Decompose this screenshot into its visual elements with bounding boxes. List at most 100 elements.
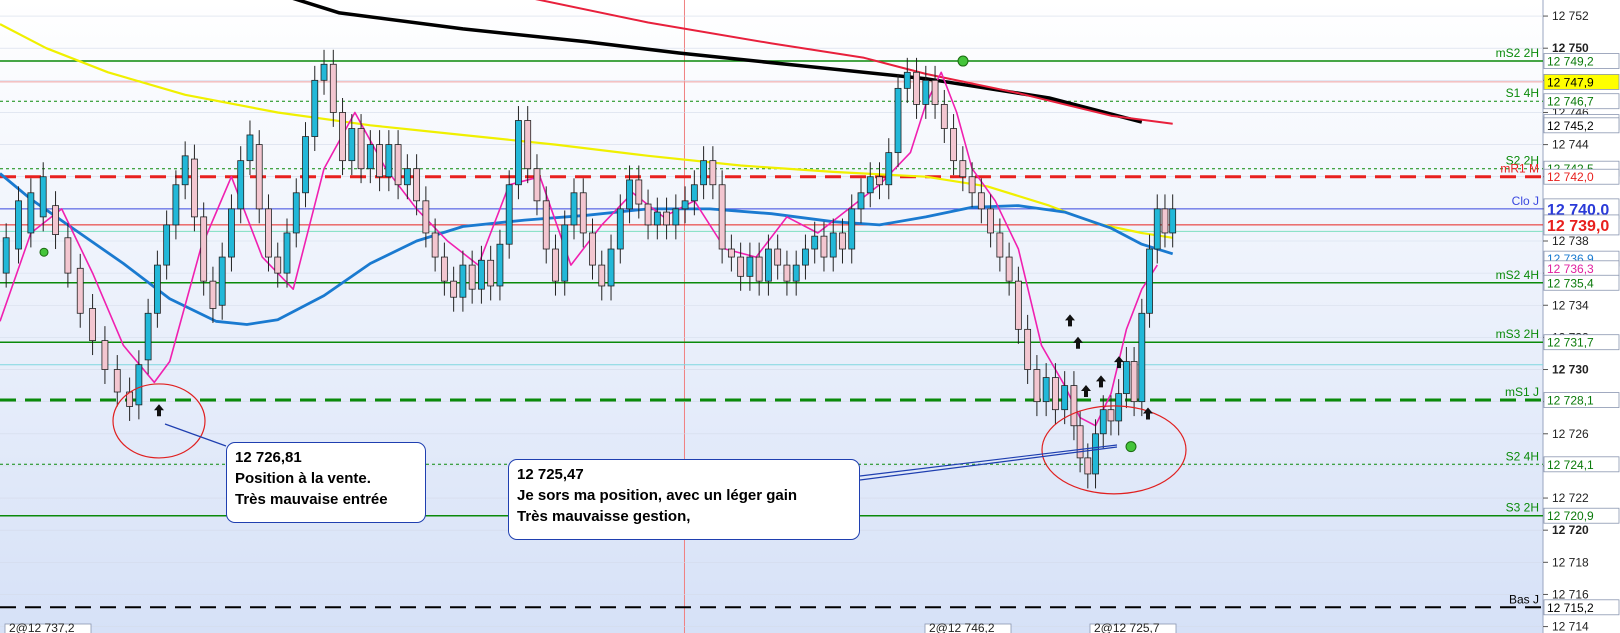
candle: [607, 248, 615, 287]
candle: [209, 280, 217, 309]
candle: [811, 235, 819, 250]
candle: [765, 248, 772, 282]
candle: [283, 232, 291, 274]
candle: [172, 184, 180, 226]
y-tick-label: 12 718: [1552, 555, 1589, 569]
annotation-exit: 12 725,47 Je sors ma position, avec un l…: [508, 459, 860, 540]
candle: [589, 232, 596, 266]
candle: [366, 144, 374, 170]
candle: [478, 259, 485, 290]
candle: [1122, 361, 1130, 395]
candle: [237, 160, 245, 210]
y-tick-label: 12 726: [1552, 427, 1589, 441]
candle: [848, 208, 856, 250]
level-label: mS3 2H: [1496, 327, 1539, 341]
candle: [1153, 208, 1161, 250]
candle: [885, 152, 893, 186]
candle: [1161, 208, 1169, 234]
y-tick-label: 12 730: [1552, 363, 1589, 377]
candle: [1107, 409, 1115, 422]
candle: [255, 144, 263, 210]
price-tag-label: 12 735,4: [1547, 276, 1594, 290]
candle: [690, 184, 698, 202]
candle: [977, 192, 985, 210]
candle: [15, 200, 22, 250]
candle: [413, 168, 421, 202]
candle: [339, 112, 346, 162]
candle: [959, 160, 967, 178]
candle: [626, 179, 633, 210]
annotation-entry: 12 726,81 Position à la vente. Très mauv…: [226, 442, 426, 523]
candle: [1005, 256, 1013, 282]
annotation-exit-line1: Je sors ma position, avec un léger gain: [517, 487, 798, 504]
candle: [274, 256, 282, 274]
candle: [376, 144, 383, 178]
y-tick-label: 12 734: [1552, 298, 1589, 312]
candle: [561, 224, 569, 282]
candle: [218, 256, 226, 306]
y-tick-label: 12 722: [1552, 491, 1589, 505]
annotation-entry-price: 12 726,81: [235, 449, 302, 466]
candle: [265, 208, 272, 258]
candle: [2, 237, 10, 274]
candle: [515, 120, 522, 186]
candle: [894, 87, 902, 154]
candle: [931, 79, 939, 105]
annotation-entry-line1: Position à la vente.: [235, 470, 371, 487]
candle: [135, 364, 143, 406]
candle: [913, 71, 920, 105]
candle: [839, 232, 846, 250]
candle: [1061, 385, 1069, 411]
candle: [348, 128, 356, 162]
candle: [1084, 457, 1092, 475]
y-tick-label: 12 738: [1552, 234, 1589, 248]
candle: [681, 200, 689, 210]
level-label: S1 4H: [1506, 86, 1539, 100]
candle: [968, 176, 976, 194]
candle: [228, 208, 235, 258]
candle: [616, 208, 624, 250]
candle: [1024, 328, 1032, 370]
y-tick-label: 12 750: [1552, 41, 1589, 55]
candle: [64, 237, 72, 274]
candle: [1146, 248, 1153, 314]
annotation-exit-line2: Très mauvaisse gestion,: [517, 508, 691, 525]
candle: [792, 264, 800, 282]
candle: [27, 192, 35, 234]
trading-chart: mS2 2H S1 4H S2 2H mR1 M Clo JmS2 4H mS3 2H mS…: [0, 0, 1620, 633]
price-tag-label: 12 745,2: [1547, 119, 1594, 133]
candle: [163, 224, 171, 266]
candle: [727, 248, 735, 258]
candle: [950, 128, 957, 162]
candle: [1115, 393, 1123, 422]
candle: [987, 208, 995, 234]
candle: [829, 232, 837, 258]
bottom-label: 2@12 737,2: [9, 621, 75, 633]
candle: [940, 104, 948, 129]
candle: [153, 264, 161, 314]
candle: [866, 176, 874, 194]
bottom-label: 2@12 746,2: [929, 621, 995, 633]
candle: [113, 369, 121, 393]
candle: [39, 176, 47, 218]
candle: [1014, 280, 1022, 330]
candle: [718, 184, 726, 250]
price-tag-label: 12 728,1: [1547, 394, 1594, 408]
candle: [598, 264, 606, 287]
candle: [903, 71, 911, 89]
y-tick-label: 12 714: [1552, 620, 1589, 633]
trade-marker-icon: [39, 247, 49, 257]
annotation-entry-line2: Très mauvaise entrée: [235, 491, 388, 508]
candle: [459, 264, 467, 298]
level-label: mS1 J: [1505, 385, 1539, 399]
level-label: Clo J: [1512, 194, 1539, 208]
candle: [644, 203, 652, 226]
candle: [552, 248, 559, 282]
candle: [709, 160, 717, 186]
candle: [246, 134, 254, 162]
candle: [89, 308, 96, 341]
candle: [774, 248, 782, 266]
candle: [672, 208, 680, 226]
candle: [876, 176, 883, 186]
candle: [394, 144, 402, 186]
